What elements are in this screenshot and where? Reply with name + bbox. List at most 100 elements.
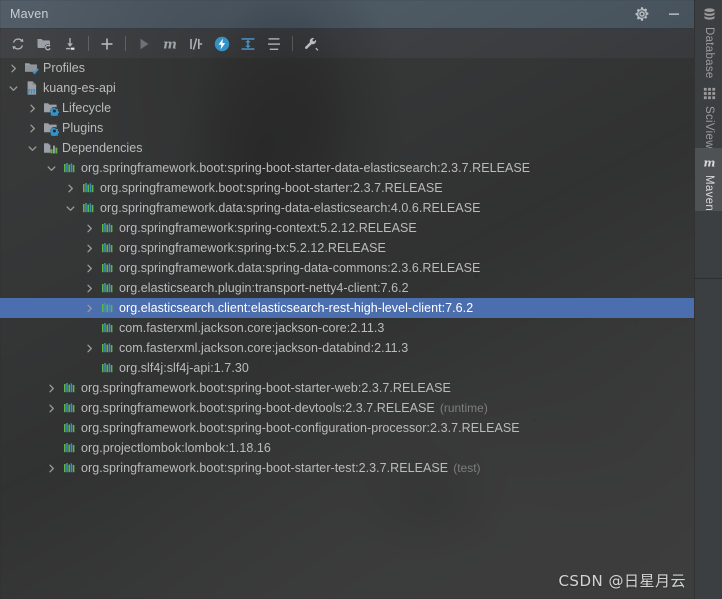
- tree-row[interactable]: org.springframework.boot:spring-boot-sta…: [0, 458, 694, 478]
- tree-row[interactable]: org.elasticsearch.client:elasticsearch-r…: [0, 298, 694, 318]
- dependency-icon: [100, 260, 116, 276]
- tree-row-label-wrap: org.elasticsearch.plugin:transport-netty…: [119, 281, 409, 295]
- minimize-icon[interactable]: [666, 6, 682, 22]
- tree-row-label-wrap: org.elasticsearch.client:elasticsearch-r…: [119, 301, 473, 315]
- title-bar-actions: [634, 6, 694, 22]
- dependency-icon: [62, 380, 78, 396]
- tree-row[interactable]: com.fasterxml.jackson.core:jackson-core:…: [0, 318, 694, 338]
- dependency-icon: [62, 420, 78, 436]
- maven-title-bar: Maven: [0, 0, 694, 29]
- chevron-right-icon[interactable]: [84, 303, 95, 314]
- download-sources-button[interactable]: [57, 32, 83, 56]
- chevron-down-icon[interactable]: [65, 203, 76, 214]
- maven-project-tree[interactable]: Profiles m kuang-es-api Lifecycle Plugins Dep…: [0, 58, 694, 599]
- tree-row-label-wrap: org.springframework.data:spring-data-ela…: [100, 201, 480, 215]
- reload-all-maven-projects-button[interactable]: [5, 32, 31, 56]
- tree-row-label: org.projectlombok:lombok:1.18.16: [81, 441, 271, 455]
- grid-icon: [702, 86, 717, 101]
- tree-row-label-wrap: Dependencies: [62, 141, 143, 155]
- dependency-icon: [100, 220, 116, 236]
- chevron-right-icon[interactable]: [84, 243, 95, 254]
- tree-rows: Profiles m kuang-es-api Lifecycle Plugins Dep…: [0, 58, 694, 478]
- chevron-right-icon[interactable]: [65, 183, 76, 194]
- tree-row[interactable]: org.slf4j:slf4j-api:1.7.30: [0, 358, 694, 378]
- tree-row-label-wrap: org.springframework.boot:spring-boot-dev…: [81, 401, 488, 415]
- toggle-skip-tests-button[interactable]: [183, 32, 209, 56]
- tree-row-label: org.springframework.data:spring-data-ela…: [100, 201, 481, 215]
- chevron-right-icon[interactable]: [46, 463, 57, 474]
- expand-all-button[interactable]: [235, 32, 261, 56]
- profiles-icon: [24, 60, 40, 76]
- gear-icon[interactable]: [634, 6, 650, 22]
- chevron-right-icon[interactable]: [84, 223, 95, 234]
- tree-row-label: org.springframework.boot:spring-boot-dev…: [81, 401, 435, 415]
- tree-row-label: kuang-es-api: [43, 81, 116, 95]
- chevron-right-icon[interactable]: [46, 403, 57, 414]
- dependency-icon: [62, 440, 78, 456]
- tree-row[interactable]: Profiles: [0, 58, 694, 78]
- chevron-down-icon[interactable]: [46, 163, 57, 174]
- dependency-icon: [100, 320, 116, 336]
- execute-maven-goal-button[interactable]: m: [157, 32, 183, 56]
- dependency-icon: [100, 340, 116, 356]
- tree-row[interactable]: org.springframework.boot:spring-boot-sta…: [0, 158, 694, 178]
- chevron-right-icon[interactable]: [84, 283, 95, 294]
- tree-row[interactable]: org.springframework:spring-tx:5.2.12.REL…: [0, 238, 694, 258]
- dependency-icon: [81, 180, 97, 196]
- chevron-right-icon[interactable]: [8, 63, 19, 74]
- tree-row-label-wrap: org.springframework.boot:spring-boot-con…: [81, 421, 520, 435]
- stripe-button-label: Database: [703, 27, 715, 79]
- tree-row[interactable]: org.springframework:spring-context:5.2.1…: [0, 218, 694, 238]
- chevron-right-icon[interactable]: [84, 263, 95, 274]
- svg-text:m: m: [163, 37, 177, 52]
- stripe-button-database[interactable]: Database: [695, 0, 722, 79]
- maven-toolbar: m: [0, 29, 694, 58]
- tree-row-label-wrap: kuang-es-api: [43, 81, 116, 95]
- page-title: Maven: [10, 7, 49, 21]
- stripe-button-sciview[interactable]: SciView: [695, 79, 722, 148]
- tree-row[interactable]: org.elasticsearch.plugin:transport-netty…: [0, 278, 694, 298]
- dependency-icon: [81, 200, 97, 216]
- tree-row-label-wrap: org.slf4j:slf4j-api:1.7.30: [119, 361, 249, 375]
- tree-row[interactable]: org.projectlombok:lombok:1.18.16: [0, 438, 694, 458]
- tree-row-label-wrap: Plugins: [62, 121, 103, 135]
- tree-row[interactable]: Dependencies: [0, 138, 694, 158]
- collapse-all-button[interactable]: [261, 32, 287, 56]
- toolbar-separator: [292, 36, 293, 51]
- watermark: CSDN @日星月云: [558, 572, 686, 590]
- dependencies-icon: [43, 140, 59, 156]
- chevron-right-icon[interactable]: [27, 103, 38, 114]
- tree-row-label-wrap: org.springframework.data:spring-data-com…: [119, 261, 480, 275]
- dependency-icon: [62, 460, 78, 476]
- stripe-button-maven[interactable]: m Maven: [695, 148, 722, 212]
- dependency-icon: [100, 300, 116, 316]
- tree-row-label: Lifecycle: [62, 101, 112, 115]
- tree-row[interactable]: com.fasterxml.jackson.core:jackson-datab…: [0, 338, 694, 358]
- tree-row[interactable]: org.springframework.boot:spring-boot-sta…: [0, 378, 694, 398]
- chevron-right-icon[interactable]: [46, 383, 57, 394]
- chevron-right-icon[interactable]: [84, 343, 95, 354]
- tree-row[interactable]: org.springframework.boot:spring-boot-sta…: [0, 178, 694, 198]
- tree-row-label-wrap: org.springframework:spring-tx:5.2.12.REL…: [119, 241, 386, 255]
- chevron-right-icon[interactable]: [27, 123, 38, 134]
- tree-row[interactable]: org.springframework.boot:spring-boot-con…: [0, 418, 694, 438]
- tree-row-label: org.elasticsearch.plugin:transport-netty…: [119, 281, 409, 295]
- tree-row-label: org.springframework:spring-tx:5.2.12.REL…: [119, 241, 386, 255]
- tree-row-label: org.springframework.boot:spring-boot-sta…: [100, 181, 443, 195]
- generate-sources-button[interactable]: [31, 32, 57, 56]
- tree-row[interactable]: org.springframework.data:spring-data-ela…: [0, 198, 694, 218]
- toggle-offline-mode-button[interactable]: [209, 32, 235, 56]
- run-button[interactable]: [131, 32, 157, 56]
- maven-settings-button[interactable]: [298, 32, 324, 56]
- add-maven-project-button[interactable]: [94, 32, 120, 56]
- tree-row[interactable]: org.springframework.boot:spring-boot-dev…: [0, 398, 694, 418]
- tree-row[interactable]: org.springframework.data:spring-data-com…: [0, 258, 694, 278]
- chevron-down-icon[interactable]: [27, 143, 38, 154]
- tree-row[interactable]: Plugins: [0, 118, 694, 138]
- chevron-down-icon[interactable]: [8, 83, 19, 94]
- tree-row[interactable]: m kuang-es-api: [0, 78, 694, 98]
- svg-text:m: m: [703, 156, 715, 170]
- tree-row[interactable]: Lifecycle: [0, 98, 694, 118]
- tree-row-label-wrap: org.springframework.boot:spring-boot-sta…: [100, 181, 443, 195]
- dependency-scope-label: (runtime): [439, 401, 488, 415]
